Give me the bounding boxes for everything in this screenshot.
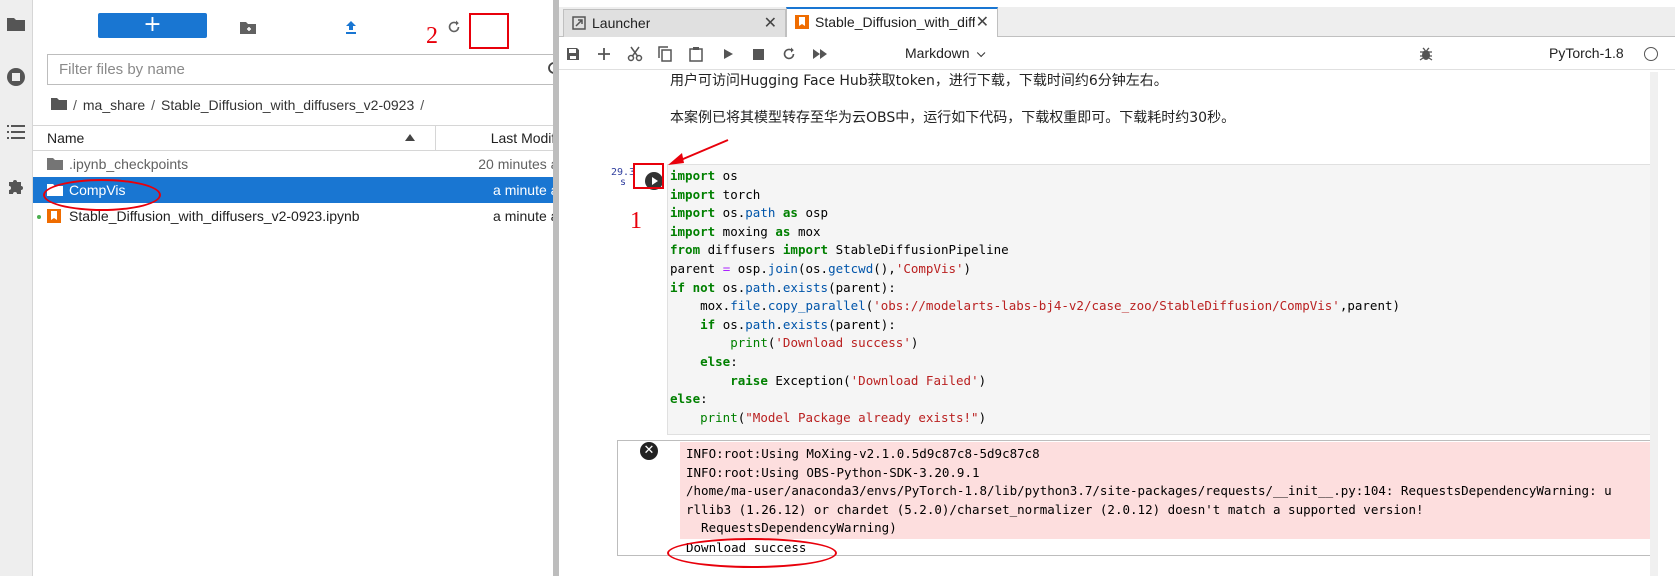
annotation-ellipse-download-success: [667, 538, 837, 568]
sort-ascending-icon[interactable]: [405, 134, 415, 141]
new-folder-icon[interactable]: [237, 16, 259, 38]
chevron-down-icon: [976, 48, 985, 58]
fast-forward-icon[interactable]: [811, 45, 829, 63]
refresh-icon[interactable]: [443, 16, 465, 38]
tab-label: Launcher: [592, 15, 651, 31]
markdown-paragraph: 本案例已将其模型转存至华为云OBS中，运行如下代码，下载权重即可。下载耗时约30…: [670, 110, 1236, 126]
folder-icon[interactable]: [4, 12, 28, 36]
breadcrumb-separator: /: [420, 97, 425, 113]
extensions-puzzle-icon[interactable]: [4, 175, 28, 199]
jupyterlab-window: + / ma_share / Stable_Diffusion_: [0, 0, 1675, 576]
breadcrumb-separator: /: [151, 97, 156, 113]
breadcrumb: / ma_share / Stable_Diffusion_with_diffu…: [51, 95, 424, 115]
tab-label: Stable_Diffusion_with_diffusers_v2-0923.…: [815, 14, 975, 30]
tab-launcher[interactable]: Launcher ✕: [563, 9, 786, 37]
markdown-paragraph: 用户可访问Hugging Face Hub获取token，进行下载，下载时间约6…: [670, 73, 1168, 89]
file-browser-panel: + / ma_share / Stable_Diffusion_: [33, 0, 586, 576]
copy-icon[interactable]: [656, 45, 674, 63]
close-icon[interactable]: ✕: [764, 13, 777, 32]
paste-icon[interactable]: [687, 45, 705, 63]
activity-bar: [0, 0, 33, 576]
insert-cell-icon[interactable]: [595, 45, 613, 63]
upload-icon[interactable]: [340, 16, 362, 38]
save-icon[interactable]: [564, 45, 582, 63]
annotation-box-run: [633, 163, 664, 189]
cell-execution-time: 29.3 s: [611, 167, 636, 188]
cell-type-dropdown[interactable]: Markdown: [905, 45, 985, 61]
breadcrumb-item-project[interactable]: Stable_Diffusion_with_diffusers_v2-0923: [161, 97, 414, 113]
kernel-name[interactable]: PyTorch-1.8: [1549, 45, 1624, 61]
column-header-name[interactable]: Name: [47, 130, 84, 146]
clear-output-icon[interactable]: ✕: [640, 442, 658, 460]
file-list-header: Name Last Modified: [33, 125, 586, 151]
launcher-icon: [572, 16, 586, 30]
breadcrumb-item-ma-share[interactable]: ma_share: [83, 97, 145, 113]
filter-files-field: [47, 54, 572, 85]
bug-debugger-icon[interactable]: [1417, 45, 1435, 63]
annotation-number-1: 1: [630, 208, 642, 234]
cell-type-value: Markdown: [905, 45, 970, 61]
annotation-box-refresh: [469, 13, 509, 49]
run-icon[interactable]: [719, 45, 737, 63]
notebook-scrollbar[interactable]: [1650, 72, 1658, 576]
notebook-icon: [47, 209, 63, 223]
restart-kernel-icon[interactable]: [780, 45, 798, 63]
close-icon[interactable]: ✕: [976, 12, 989, 31]
interrupt-kernel-icon[interactable]: [749, 45, 767, 63]
notebook-icon: [795, 15, 809, 29]
file-row-ipynb-checkpoints[interactable]: .ipynb_checkpoints 20 minutes ago: [33, 151, 586, 177]
code-source: import os import torch import os.path as…: [670, 168, 1401, 425]
breadcrumb-separator: /: [73, 97, 77, 113]
running-sessions-icon[interactable]: [4, 65, 28, 89]
annotation-ellipse-compvis: [43, 179, 161, 211]
running-indicator-dot: [37, 215, 41, 219]
tab-stable-diffusion-notebook[interactable]: Stable_Diffusion_with_diffusers_v2-0923.…: [786, 7, 998, 37]
file-name: .ipynb_checkpoints: [69, 156, 189, 172]
cut-icon[interactable]: [626, 45, 644, 63]
breadcrumb-root-folder-icon[interactable]: [51, 97, 67, 113]
kernel-status-idle-icon: [1644, 47, 1658, 61]
annotation-number-2: 2: [426, 23, 438, 49]
table-of-contents-icon[interactable]: [4, 120, 28, 144]
folder-icon: [47, 157, 63, 171]
filter-files-input[interactable]: [48, 55, 538, 84]
new-launcher-button[interactable]: +: [98, 13, 207, 38]
document-tab-bar: Launcher ✕ Stable_Diffusion_with_diffuse…: [559, 7, 1675, 37]
stderr-text: INFO:root:Using MoXing-v2.1.0.5d9c87c8-5…: [686, 446, 1612, 535]
column-divider[interactable]: [435, 126, 436, 150]
notebook-toolbar: Markdown PyTorch-1.8: [559, 38, 1675, 70]
